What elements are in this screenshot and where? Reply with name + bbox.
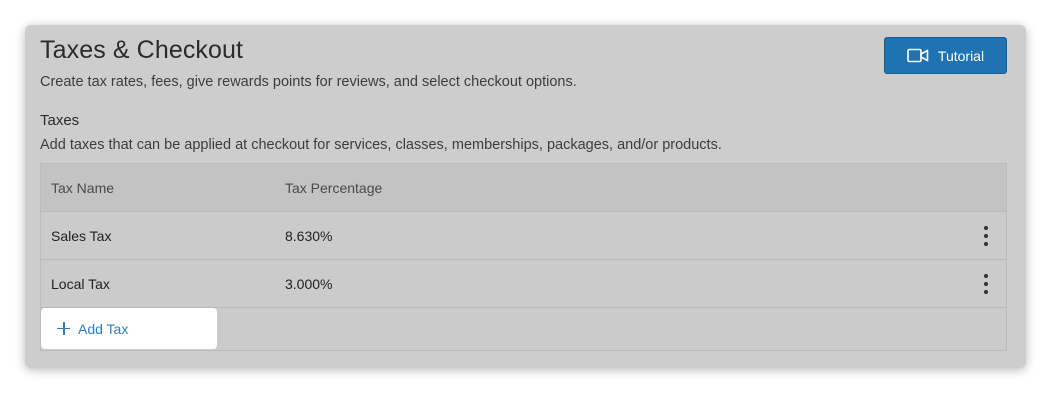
- tax-percentage-cell: 3.000%: [285, 276, 333, 292]
- column-header-tax-percentage: Tax Percentage: [285, 180, 383, 196]
- table-row: Sales Tax 8.630%: [41, 212, 1006, 260]
- taxes-section-title: Taxes: [40, 112, 80, 129]
- tax-name-cell: Sales Tax: [51, 228, 112, 244]
- taxes-checkout-card: Taxes & Checkout Create tax rates, fees,…: [25, 25, 1026, 368]
- tax-name-cell: Local Tax: [51, 276, 110, 292]
- add-tax-button[interactable]: Add Tax: [41, 308, 217, 349]
- video-camera-icon: [907, 48, 929, 63]
- page-subtitle: Create tax rates, fees, give rewards poi…: [40, 74, 577, 90]
- tax-percentage-cell: 8.630%: [285, 228, 333, 244]
- page-title: Taxes & Checkout: [40, 36, 244, 64]
- tutorial-button[interactable]: Tutorial: [884, 37, 1007, 74]
- column-header-tax-name: Tax Name: [51, 180, 115, 196]
- row-actions-menu-icon[interactable]: [980, 274, 992, 294]
- plus-icon: [57, 322, 70, 335]
- table-header: Tax Name Tax Percentage: [41, 164, 1006, 212]
- row-actions-menu-icon[interactable]: [980, 226, 992, 246]
- taxes-section-description: Add taxes that can be applied at checkou…: [40, 137, 722, 153]
- table-row: Local Tax 3.000%: [41, 260, 1006, 308]
- tutorial-label: Tutorial: [937, 47, 985, 64]
- add-tax-label: Add Tax: [78, 320, 129, 337]
